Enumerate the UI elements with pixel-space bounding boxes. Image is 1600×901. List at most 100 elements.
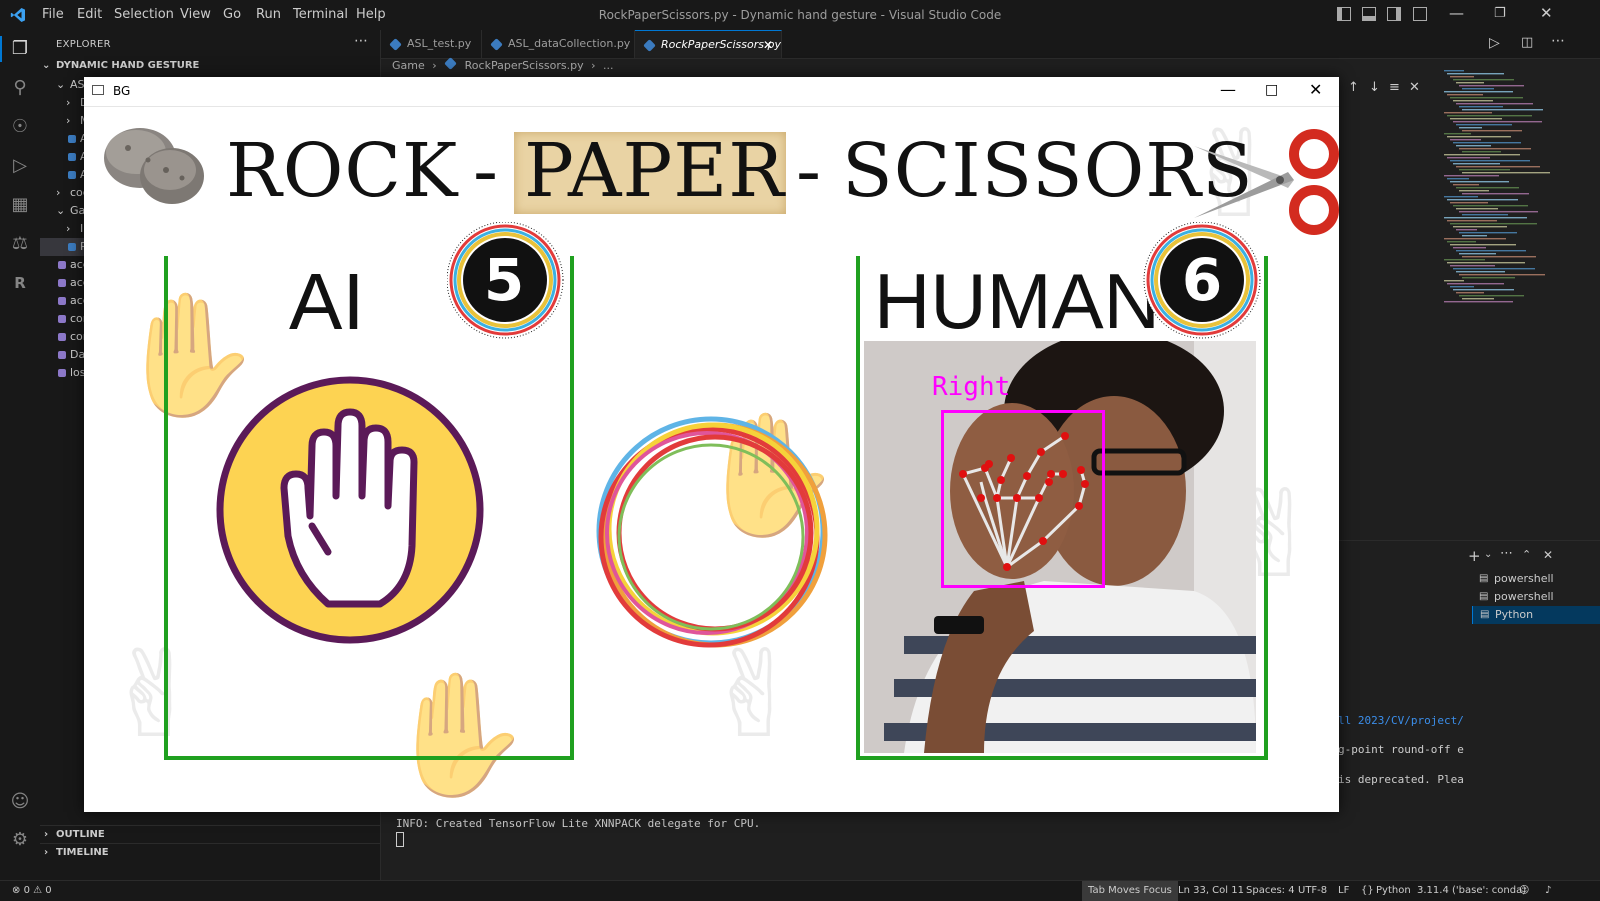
cursor-position[interactable]: Ln 33, Col 11: [1178, 881, 1244, 901]
minimap-line: [1456, 124, 1512, 126]
run-python-file-icon[interactable]: ▷: [1489, 35, 1500, 51]
terminal-icon: ▤: [1479, 573, 1489, 584]
breadcrumb-file[interactable]: RockPaperScissors.py: [465, 59, 584, 72]
toggle-panel-icon[interactable]: [1362, 7, 1376, 21]
outline-section[interactable]: › OUTLINE: [40, 825, 380, 844]
minimap-line: [1444, 196, 1478, 198]
rock-icon: [104, 128, 204, 204]
customize-layout-icon[interactable]: [1413, 7, 1427, 21]
toggle-primary-sidebar-icon[interactable]: [1337, 7, 1351, 21]
folder-header[interactable]: ⌄ DYNAMIC HAND GESTURE: [40, 57, 380, 75]
breadcrumb-folder[interactable]: Game: [392, 59, 425, 72]
close-icon[interactable]: ✕: [1540, 4, 1553, 22]
terminal-session-powershell-2[interactable]: ▤ powershell: [1472, 588, 1600, 606]
minimap-line: [1462, 151, 1501, 153]
minimap-line: [1462, 298, 1494, 300]
language-mode[interactable]: Python: [1376, 881, 1411, 901]
tab-asl-test[interactable]: ASL_test.py: [381, 30, 482, 58]
encoding[interactable]: UTF-8: [1298, 881, 1327, 901]
minimap-line: [1447, 157, 1490, 159]
minimap-line: [1462, 172, 1550, 174]
minimap-line: [1453, 268, 1535, 270]
terminal-session-powershell-1[interactable]: ▤ powershell: [1472, 570, 1600, 588]
extensions-icon[interactable]: ▦: [8, 193, 32, 217]
breadcrumb-more[interactable]: ...: [603, 59, 614, 72]
chevron-down-icon[interactable]: ⌄: [1484, 549, 1492, 560]
file-icon: [68, 243, 76, 251]
feedback-icon[interactable]: ☺: [1519, 881, 1529, 901]
new-terminal-icon[interactable]: +: [1468, 547, 1481, 565]
minimap-line: [1447, 136, 1511, 138]
close-tab-icon[interactable]: ✕: [763, 31, 773, 59]
timer-rings: [596, 416, 828, 648]
minimize-icon[interactable]: —: [1220, 80, 1236, 99]
problems-indicator[interactable]: ⊗ 0 ⚠ 0: [12, 881, 52, 901]
minimize-icon[interactable]: —: [1449, 4, 1464, 22]
file-icon: [58, 297, 66, 305]
close-find-icon[interactable]: ✕: [1409, 80, 1420, 95]
minimap-line: [1456, 292, 1484, 294]
window-icon: [92, 85, 104, 95]
find-previous-icon[interactable]: ↑: [1348, 80, 1359, 95]
minimap-line: [1459, 106, 1503, 108]
toggle-secondary-sidebar-icon[interactable]: [1387, 7, 1401, 21]
tab-moves-focus[interactable]: Tab Moves Focus: [1082, 881, 1178, 901]
more-actions-icon[interactable]: ⋯: [354, 33, 368, 49]
end-of-line[interactable]: LF: [1338, 881, 1349, 901]
minimap-line: [1462, 130, 1522, 132]
find-in-selection-icon[interactable]: ≡: [1389, 80, 1400, 95]
file-icon: [58, 261, 66, 269]
file-icon: [68, 153, 76, 161]
find-next-icon[interactable]: ↓: [1369, 80, 1380, 95]
minimap-line: [1444, 238, 1506, 240]
hand-landmarks: [959, 432, 1089, 571]
testing-icon[interactable]: ⚖: [8, 232, 32, 256]
activity-bar: ❐ ⚲ ☉ ▷ ▦ ⚖ R ☺ ⚙: [0, 30, 41, 880]
minimap[interactable]: [1440, 70, 1560, 310]
minimap-line: [1462, 277, 1515, 279]
minimap-line: [1444, 133, 1471, 135]
minimap-line: [1444, 259, 1485, 261]
minimap-line: [1453, 163, 1500, 165]
search-icon[interactable]: ⚲: [8, 76, 32, 100]
notifications-bell-icon[interactable]: ♪: [1545, 881, 1551, 901]
more-actions-icon[interactable]: ⋯: [1551, 33, 1565, 49]
settings-gear-icon[interactable]: ⚙: [8, 828, 32, 852]
minimap-line: [1450, 244, 1516, 246]
minimap-line: [1456, 250, 1526, 252]
breadcrumb: Game › RockPaperScissors.py › ...: [392, 57, 614, 72]
split-editor-icon[interactable]: ◫: [1521, 35, 1533, 50]
chevron-down-icon: ⌄: [42, 60, 51, 71]
minimap-line: [1447, 220, 1497, 222]
run-debug-icon[interactable]: ▷: [8, 154, 32, 178]
python-interpreter[interactable]: 3.11.4 ('base': conda): [1417, 881, 1526, 901]
tab-rockpaperscissors[interactable]: RockPaperScissors.py ✕: [635, 30, 782, 58]
more-actions-icon[interactable]: ⋯: [1500, 546, 1513, 561]
minimap-line: [1444, 154, 1520, 156]
indentation[interactable]: Spaces: 4: [1246, 881, 1295, 901]
accounts-icon[interactable]: ☺: [8, 790, 32, 814]
source-control-icon[interactable]: ☉: [8, 115, 32, 139]
file-icon: [58, 279, 66, 287]
explorer-icon[interactable]: ❐: [8, 37, 32, 61]
minimap-line: [1444, 217, 1527, 219]
game-window-title: BG: [113, 84, 131, 98]
remote-explorer-icon[interactable]: R: [8, 271, 32, 295]
terminal-line: g-point round-off e: [1338, 743, 1464, 756]
minimap-line: [1456, 103, 1533, 105]
language-mode-icon: {}: [1361, 885, 1374, 896]
minimap-line: [1453, 226, 1507, 228]
maximize-icon[interactable]: □: [1265, 82, 1278, 98]
restore-icon[interactable]: ❐: [1494, 6, 1506, 21]
close-panel-icon[interactable]: ✕: [1543, 548, 1553, 562]
minimap-line: [1444, 91, 1513, 93]
ai-score: 5: [483, 246, 525, 314]
close-icon[interactable]: ✕: [1309, 80, 1322, 99]
tab-asl-datacollection[interactable]: ASL_dataCollection.py: [482, 30, 635, 58]
minimap-line: [1450, 223, 1537, 225]
terminal-session-python[interactable]: ▤ Python: [1472, 606, 1600, 624]
maximize-panel-icon[interactable]: ⌃: [1522, 548, 1531, 561]
timeline-section[interactable]: › TIMELINE: [40, 843, 380, 862]
minimap-line: [1453, 289, 1514, 291]
minimap-line: [1456, 145, 1491, 147]
